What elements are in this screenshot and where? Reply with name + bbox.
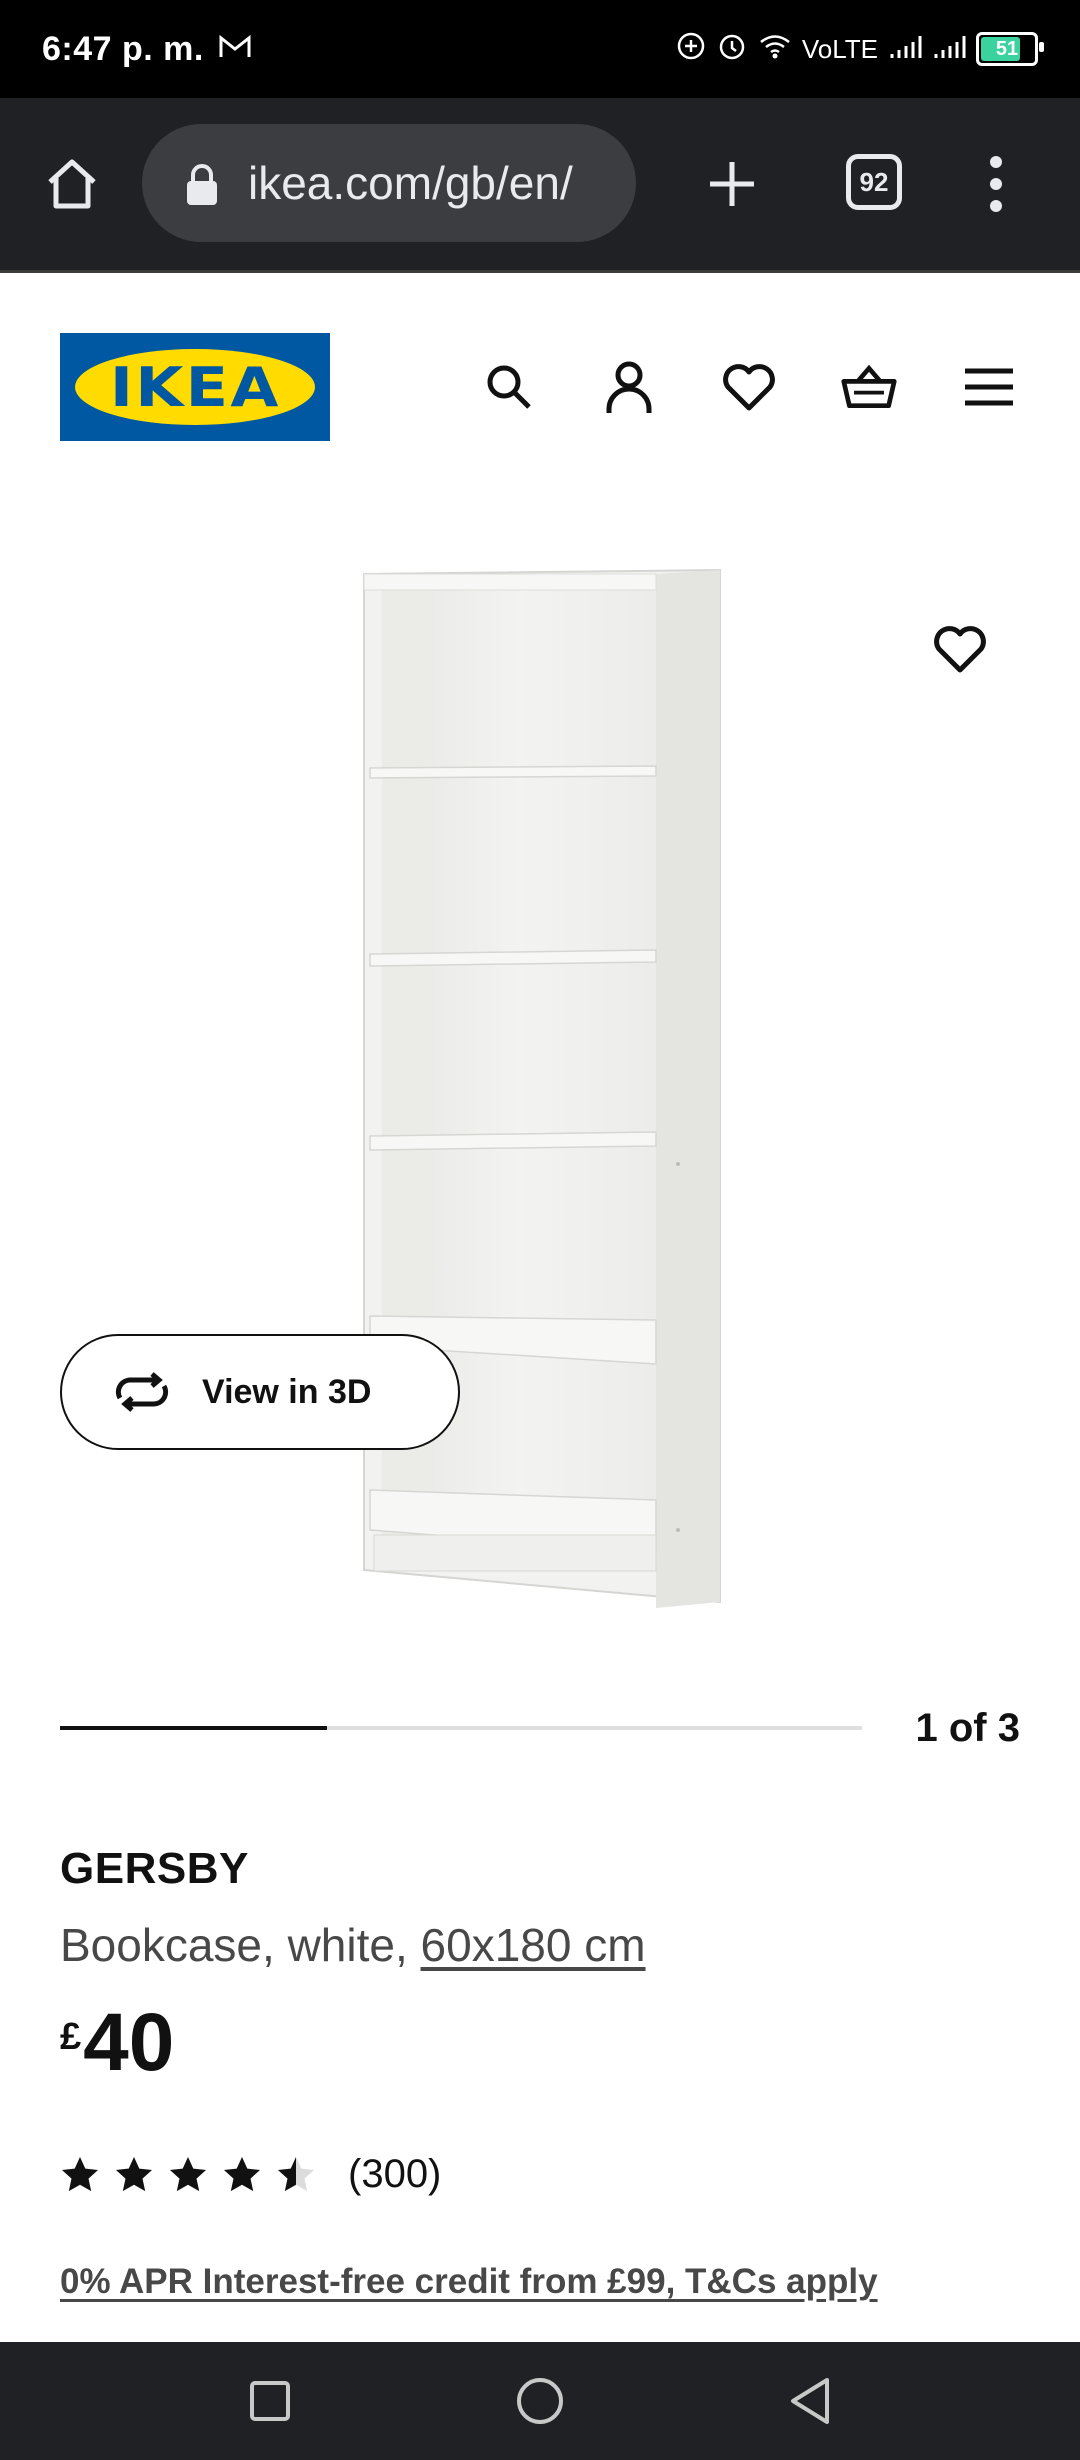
alarm-icon [716,30,748,69]
site-header: IKEA [0,270,1080,470]
network-label: VoLTE [801,33,878,64]
more-options-icon[interactable] [980,148,1012,220]
system-nav-bar [0,2342,1080,2460]
account-icon[interactable] [600,358,658,416]
browser-toolbar: ikea.com/gb/en/ 92 [0,98,1080,273]
logo-text: IKEA [109,355,281,419]
star-icon [224,2156,260,2191]
home-circle-icon[interactable] [480,2342,600,2460]
tab-switcher-button[interactable]: 92 [846,154,902,210]
gallery-progress [60,1726,862,1730]
signal-icon [888,32,922,67]
search-icon[interactable] [480,358,538,416]
menu-icon[interactable] [960,358,1018,416]
add-circle-icon [676,31,706,68]
signal-icon [932,32,966,67]
new-tab-icon[interactable] [696,148,768,220]
battery-level: 51 [995,37,1019,60]
credit-offer-link[interactable]: 0% APR Interest-free credit from £99, T&… [60,2262,878,2302]
star-icon [170,2156,206,2191]
recents-square-icon[interactable] [210,2342,330,2460]
battery-icon: 51 [976,32,1044,66]
product-type: Bookcase, white, [60,1919,421,1971]
add-to-wishlist-icon[interactable] [928,618,992,682]
star-icon [116,2156,152,2191]
status-time: 6:47 p. m. [42,29,204,68]
back-triangle-icon[interactable] [750,2342,870,2460]
product-rating[interactable]: (300) [60,2152,441,2197]
basket-icon[interactable] [840,358,898,416]
view-in-3d-label: View in 3D [202,1372,372,1411]
wishlist-icon[interactable] [720,358,778,416]
gallery-progress-fill [60,1726,328,1730]
product-description: Bookcase, white, 60x180 cm [60,1918,646,1972]
product-name: GERSBY [60,1844,249,1893]
price-currency: £ [60,2016,82,2058]
rating-stars [60,2155,316,2195]
star-icon [278,2156,314,2191]
gmail-icon [218,34,252,65]
view-in-3d-button[interactable]: View in 3D [60,1334,460,1450]
wifi-icon [758,32,792,67]
rotate-3d-icon [110,1372,174,1412]
product-dimensions-link[interactable]: 60x180 cm [421,1919,646,1971]
star-icon [62,2156,98,2191]
url-text: ikea.com/gb/en/ [248,157,573,209]
ikea-logo[interactable]: IKEA [60,333,330,441]
address-bar[interactable]: ikea.com/gb/en/ [142,124,636,242]
status-bar: 6:47 p. m. VoLTE 51 [0,0,1080,98]
price-value: 40 [83,1997,175,2088]
product-image[interactable] [340,560,740,1620]
product-price: £ 40 [60,2002,174,2084]
home-icon[interactable] [36,148,108,220]
review-count: (300) [348,2152,442,2196]
gallery-pager: 1 of 3 [915,1706,1020,1750]
lock-icon [184,160,220,206]
